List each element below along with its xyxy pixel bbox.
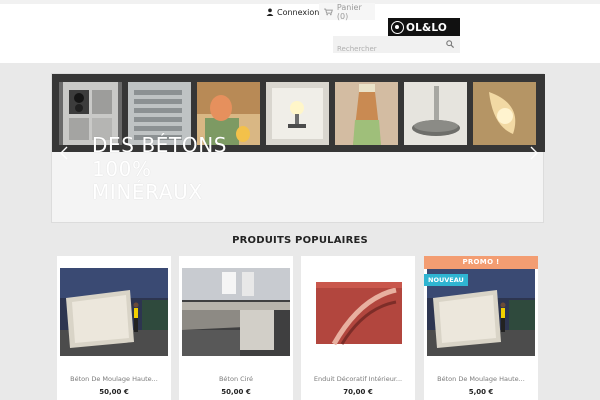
carousel-tile-curved-lamp [473,82,536,145]
carousel-tile-shelf [404,82,467,145]
product-card[interactable]: Béton Ciré 50,00 € [179,256,293,400]
product-name[interactable]: Béton Ciré [179,375,293,383]
product-name[interactable]: Enduit Décoratif Intérieur... [301,375,415,383]
carousel-tile-vase [335,82,398,145]
user-icon [266,8,274,16]
search-input[interactable] [333,40,460,58]
product-card[interactable]: Enduit Décoratif Intérieur... 70,00 € [301,256,415,400]
logo-text: OL&LO [406,21,448,34]
cart-icon [324,8,333,15]
popular-products-title: PRODUITS POPULAIRES [232,235,368,246]
new-badge: NOUVEAU [424,274,468,286]
product-image[interactable] [182,268,290,356]
carousel-tile-lamp [266,82,329,145]
product-image[interactable] [304,268,412,356]
logo-seal-icon [391,21,404,34]
product-name[interactable]: Béton De Moulage Haute... [57,375,171,383]
carousel-prev-arrow-icon[interactable] [58,146,70,160]
caption-line-1: DES BÉTONS [92,133,228,157]
product-name[interactable]: Béton De Moulage Haute... [424,375,538,383]
promo-badge: PROMO ! [424,256,538,269]
site-logo[interactable]: OL&LO [388,18,460,37]
product-card[interactable]: Béton De Moulage Haute... 50,00 € [57,256,171,400]
product-price: 5,00 € [468,388,494,396]
caption-line-3: MINÉRAUX [92,180,203,204]
login-link[interactable]: Connexion [266,3,319,21]
product-price: 70,00 € [343,388,373,396]
product-price: 50,00 € [99,388,129,396]
cart-label: Panier (0) [336,2,362,21]
carousel-next-arrow-icon[interactable] [528,146,540,160]
caption-line-2: 100% [92,156,152,181]
product-image[interactable] [60,268,168,356]
hero-carousel[interactable]: DES BÉTONS 100% MINÉRAUX [51,73,545,223]
product-card[interactable]: PROMO ! NOUVEAU Béton De Moulage Haute..… [424,256,538,400]
search-box [333,36,460,58]
product-price: 50,00 € [221,388,251,396]
search-icon[interactable] [446,40,454,48]
carousel-caption: DES BÉTONS 100% MINÉRAUX [92,133,228,205]
cart-link[interactable]: Panier (0) [319,2,375,21]
login-label: Connexion [277,7,320,17]
